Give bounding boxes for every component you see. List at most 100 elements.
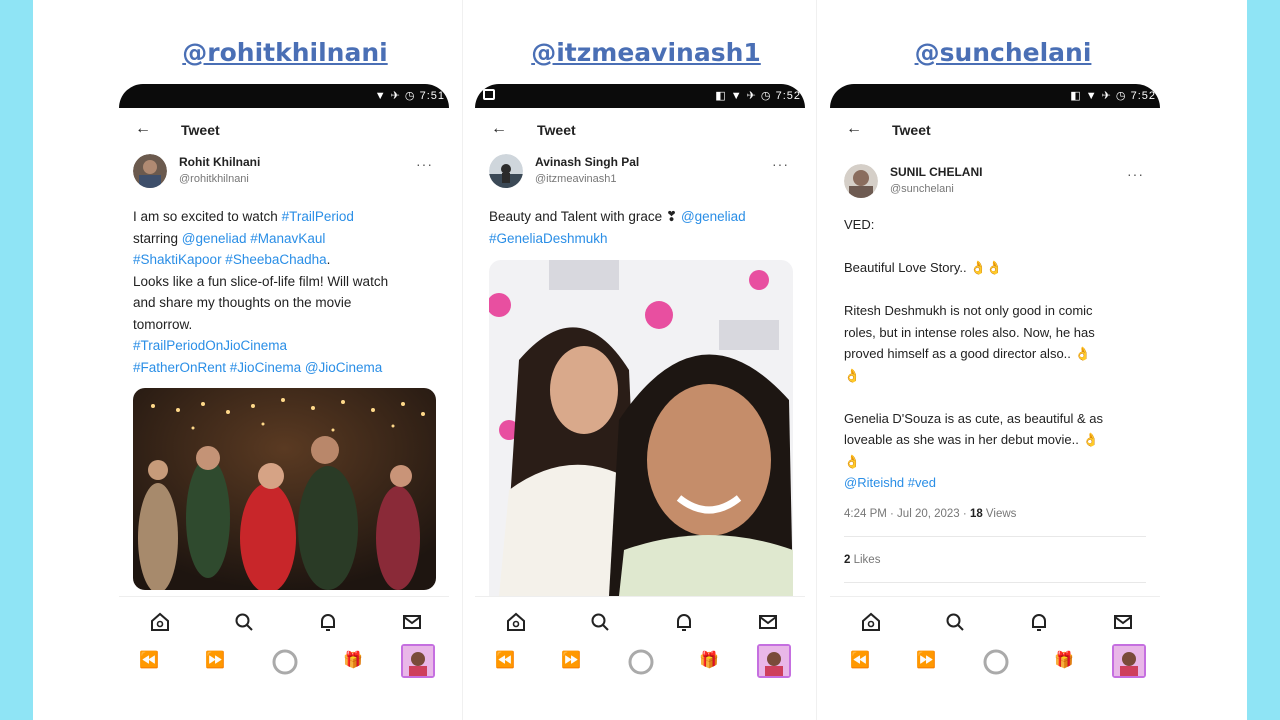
fast-forward-icon[interactable]: ⏩ (205, 650, 225, 670)
home-icon[interactable] (505, 611, 527, 633)
gift-icon[interactable]: 🎁 (343, 650, 363, 670)
phone-screenshot-1: ▼ ✈ ◷ 7:51 ← Tweet Rohit Khilnani @rohit… (119, 84, 449, 720)
phone-screenshot-3: ◧ ▼ ✈ ◷ 7:52 ← Tweet SUNIL CHELANI @sunc… (830, 84, 1160, 720)
tweet-author[interactable]: Rohit Khilnani @rohitkhilnani ··· (133, 154, 433, 194)
column-header-2: @itzmeavinash1 (531, 38, 761, 67)
hashtag-mention-link[interactable]: #FatherOnRent #JioCinema @JioCinema (133, 360, 382, 375)
likes-label: Likes (850, 554, 881, 566)
avatar[interactable] (489, 154, 523, 188)
circle-icon[interactable] (271, 648, 299, 676)
bottom-navigation (830, 596, 1160, 646)
column-divider (462, 0, 463, 720)
bell-icon[interactable] (317, 611, 339, 633)
thumbnail-image (1114, 646, 1144, 676)
app-thumbnail[interactable] (757, 644, 791, 678)
tweet-text-segment: and share my thoughts on the movie (133, 295, 352, 310)
tweet-text-line: tomorrow. (133, 314, 433, 336)
tweet-text-segment: proved himself as a good director also..… (844, 346, 1091, 361)
circle-icon[interactable] (982, 648, 1010, 676)
tweet-text-line: roles, but in intense roles also. Now, h… (844, 322, 1144, 344)
search-icon[interactable] (944, 611, 966, 633)
more-horizontal-icon[interactable]: ··· (772, 156, 789, 172)
status-icons: ▼ ✈ ◷ 7:51 (374, 90, 445, 102)
hashtag-mention-link[interactable]: @Riteishd #ved (844, 475, 936, 490)
tweet-text-line: I am so excited to watch #TrailPeriod (133, 206, 433, 228)
phone-screenshot-2: ◧ ▼ ✈ ◷ 7:52 ← Tweet Avinash Singh Pal @… (475, 84, 805, 720)
search-icon[interactable] (233, 611, 255, 633)
hashtag-mention-link[interactable]: @geneliad #ManavKaul (182, 231, 326, 246)
tweet-text-line: #GeneliaDeshmukh (489, 228, 789, 250)
arrow-left-icon[interactable]: ← (846, 120, 862, 138)
author-handle: @itzmeavinash1 (535, 173, 617, 185)
hashtag-mention-link[interactable]: #TrailPeriodOnJioCinema (133, 338, 287, 353)
rewind-icon[interactable]: ⏪ (850, 650, 870, 670)
hashtag-mention-link[interactable]: @geneliad (681, 209, 746, 224)
status-time: 7:52 (1130, 90, 1156, 102)
author-handle: @sunchelani (890, 183, 954, 195)
fast-forward-icon[interactable]: ⏩ (916, 650, 936, 670)
likes-line[interactable]: 2 Likes (844, 554, 880, 566)
tweet-media-image[interactable] (489, 260, 793, 596)
arrow-left-icon[interactable]: ← (135, 120, 151, 138)
thumbnail-image (759, 646, 789, 676)
home-icon[interactable] (860, 611, 882, 633)
bell-icon[interactable] (1028, 611, 1050, 633)
party-scene-image (133, 388, 436, 590)
tweet-text-segment: loveable as she was in her debut movie..… (844, 432, 1099, 447)
tweet-text-segment: Beauty and Talent with grace (489, 209, 666, 224)
tweet-text: I am so excited to watch #TrailPeriod sta… (133, 206, 433, 378)
app-thumbnail[interactable] (401, 644, 435, 678)
author-handle: @rohitkhilnani (179, 173, 249, 185)
avatar[interactable] (133, 154, 167, 188)
circle-icon[interactable] (627, 648, 655, 676)
tweet-text-line: 👌 (844, 365, 1144, 387)
app-thumbnail[interactable] (1112, 644, 1146, 678)
mail-icon[interactable] (1112, 611, 1134, 633)
tweet-text-segment: Genelia D'Souza is as cute, as beautiful… (844, 410, 1104, 426)
hashtag-mention-link[interactable]: #GeneliaDeshmukh (489, 231, 608, 246)
column-header-3: @sunchelani (914, 38, 1092, 67)
author-name: Rohit Khilnani (179, 155, 261, 169)
tweet-text-segment: 👌 (844, 367, 861, 383)
bell-icon[interactable] (673, 611, 695, 633)
rewind-icon[interactable]: ⏪ (139, 650, 159, 670)
tweet-text-segment: Ritesh Deshmukh is not only good in comi… (844, 303, 1093, 318)
mail-icon[interactable] (401, 611, 423, 633)
tweet-author[interactable]: Avinash Singh Pal @itzmeavinash1 ··· (489, 154, 789, 194)
top-bar-title: Tweet (892, 122, 931, 138)
column-divider (816, 0, 817, 720)
search-icon[interactable] (589, 611, 611, 633)
tweet-text: Beauty and Talent with grace ❣ @geneliad… (489, 206, 789, 249)
hashtag-mention-link[interactable]: #TrailPeriod (282, 209, 354, 224)
arrow-left-icon[interactable]: ← (491, 120, 507, 138)
hashtag-mention-link[interactable]: #ShaktiKapoor #SheebaChadha (133, 252, 327, 267)
tweet-text-line: #FatherOnRent #JioCinema @JioCinema (133, 357, 433, 379)
status-time: 7:51 (419, 90, 445, 102)
views-count: 18 (969, 508, 983, 520)
home-icon[interactable] (149, 611, 171, 633)
status-bar: ▼ ✈ ◷ 7:51 (119, 84, 449, 108)
top-bar-title: Tweet (537, 122, 576, 138)
divider (844, 582, 1146, 583)
tweet-text-segment: . (326, 252, 331, 267)
gift-icon[interactable]: 🎁 (1054, 650, 1074, 670)
mail-icon[interactable] (757, 611, 779, 633)
tweet-text-line: Looks like a fun slice-of-life film! Wil… (133, 271, 433, 293)
tweet-text-segment: tomorrow. (133, 316, 193, 332)
more-horizontal-icon[interactable]: ··· (1127, 166, 1144, 182)
status-bar: ◧ ▼ ✈ ◷ 7:52 (475, 84, 805, 108)
tweet-media-image[interactable] (133, 388, 436, 590)
avatar[interactable] (844, 164, 878, 198)
bottom-navigation (119, 596, 449, 646)
tweet-author[interactable]: SUNIL CHELANI @sunchelani ··· (844, 164, 1144, 204)
more-horizontal-icon[interactable]: ··· (416, 156, 433, 172)
rewind-icon[interactable]: ⏪ (495, 650, 515, 670)
fast-forward-icon[interactable]: ⏩ (561, 650, 581, 670)
column-header-1: @rohitkhilnani (182, 38, 388, 67)
selfie-image (489, 260, 793, 596)
gift-icon[interactable]: 🎁 (699, 650, 719, 670)
tweet-text-segment: Looks like a fun slice-of-life film! Wil… (133, 273, 389, 289)
